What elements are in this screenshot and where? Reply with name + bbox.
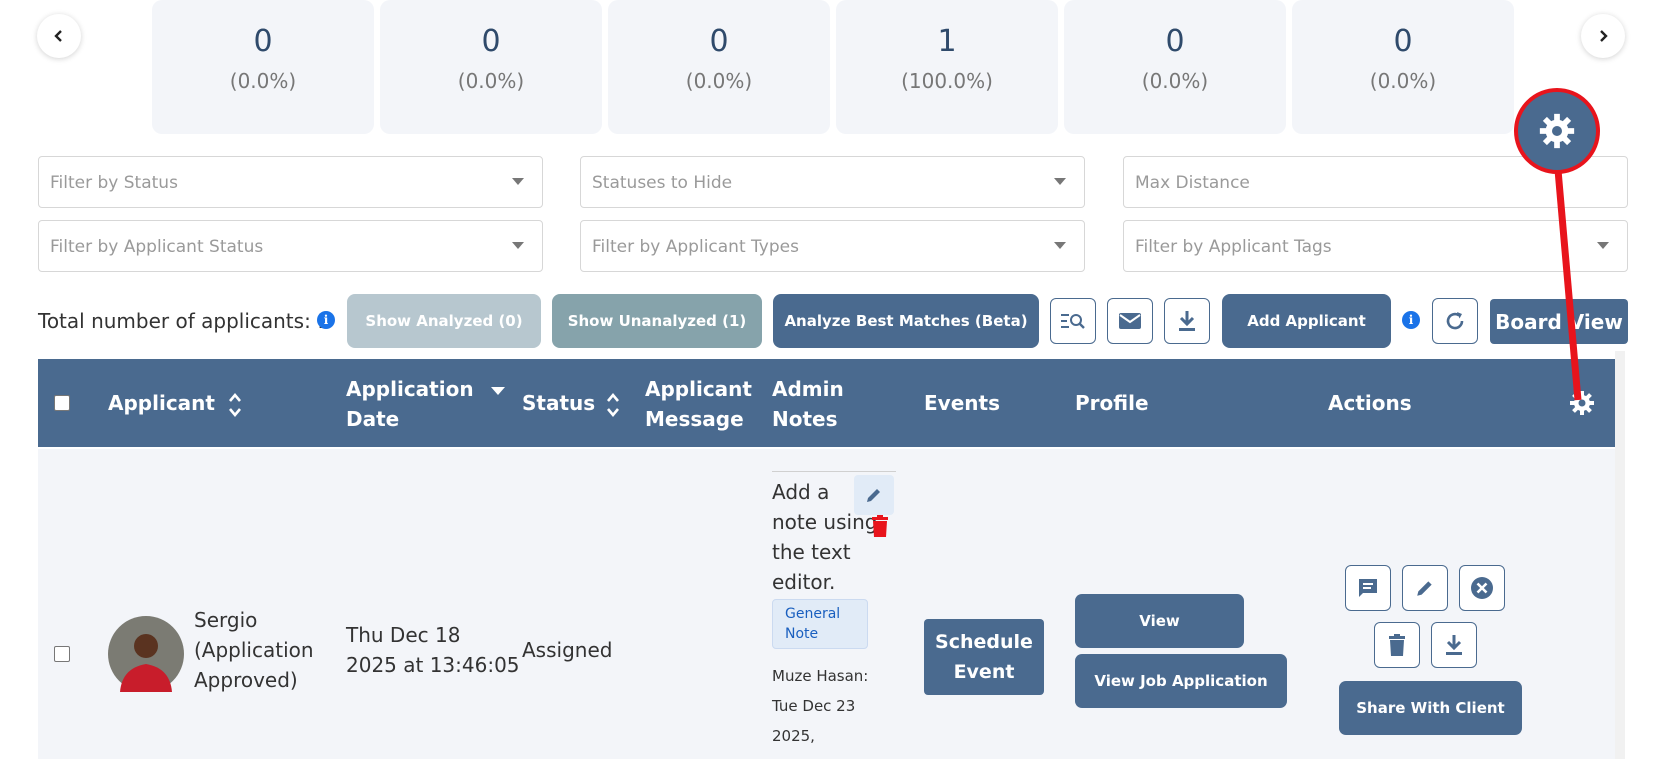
caret-down-icon xyxy=(512,178,524,185)
edit-applicant-button[interactable] xyxy=(1402,565,1448,611)
header-applicant-label: Applicant xyxy=(108,391,215,415)
filter-applicant-tags-placeholder: Filter by Applicant Tags xyxy=(1135,237,1332,257)
stat-count: 0 xyxy=(253,24,273,59)
header-actions: Actions xyxy=(1328,391,1412,415)
pencil-icon xyxy=(1417,581,1432,596)
header-events: Events xyxy=(924,391,1000,415)
stat-count: 0 xyxy=(481,24,501,59)
note-meta: Muze Hasan: Tue Dec 23 2025, xyxy=(772,667,869,745)
share-with-client-button[interactable]: Share With Client xyxy=(1339,681,1522,735)
filter-applicant-status-placeholder: Filter by Applicant Status xyxy=(50,237,264,257)
message-button[interactable] xyxy=(1345,565,1391,611)
filter-status-dropdown[interactable]: Filter by Status xyxy=(38,156,543,208)
filter-applicant-types-placeholder: Filter by Applicant Types xyxy=(592,237,799,257)
stat-count: 0 xyxy=(709,24,729,59)
row-checkbox[interactable] xyxy=(54,646,70,662)
refresh-button[interactable] xyxy=(1432,298,1478,344)
refresh-icon xyxy=(1446,312,1464,330)
show-analyzed-button[interactable]: Show Analyzed (0) xyxy=(347,294,541,348)
trash-icon xyxy=(1389,634,1405,656)
show-unanalyzed-button[interactable]: Show Unanalyzed (1) xyxy=(552,294,762,348)
stat-count: 0 xyxy=(1393,24,1413,59)
chat-icon xyxy=(1359,579,1377,597)
chevron-left-icon xyxy=(54,30,62,42)
close-circle-icon xyxy=(1471,577,1493,599)
download-applicant-button[interactable] xyxy=(1431,622,1477,668)
status-text: Assigned xyxy=(522,638,613,662)
table-scrollbar[interactable] xyxy=(1615,351,1625,759)
header-application-date-line1: Application xyxy=(346,374,505,404)
caret-down-icon xyxy=(1054,178,1066,185)
carousel-next-button[interactable] xyxy=(1581,14,1625,58)
header-profile: Profile xyxy=(1075,391,1149,415)
pencil-icon xyxy=(867,489,880,502)
table-header: Applicant Application Date Status Applic… xyxy=(38,359,1615,447)
filter-applicant-status-dropdown[interactable]: Filter by Applicant Status xyxy=(38,220,543,272)
schedule-event-button[interactable]: Schedule Event xyxy=(924,619,1044,695)
edit-note-button[interactable] xyxy=(854,475,894,515)
notes-divider xyxy=(772,471,896,472)
statuses-to-hide-dropdown[interactable]: Statuses to Hide xyxy=(580,156,1085,208)
download-icon xyxy=(1179,311,1195,331)
stat-card: 0 (0.0%) xyxy=(1064,0,1286,134)
caret-down-icon xyxy=(1597,242,1609,249)
info-icon[interactable]: i xyxy=(317,311,335,329)
info-icon[interactable]: i xyxy=(1402,311,1420,329)
header-applicant-message: Applicant Message xyxy=(645,377,752,431)
stat-percent: (0.0%) xyxy=(685,69,753,93)
caret-down-icon xyxy=(512,242,524,249)
table-row: Sergio (Application Approved) Thu Dec 18 20… xyxy=(38,449,1615,759)
download-button[interactable] xyxy=(1164,298,1210,344)
stat-card: 1 (100.0%) xyxy=(836,0,1058,134)
note-tag: General Note xyxy=(772,599,868,649)
header-application-date-line2: Date xyxy=(346,407,400,431)
stat-card: 0 (0.0%) xyxy=(608,0,830,134)
stat-card: 0 (0.0%) xyxy=(380,0,602,134)
search-list-icon xyxy=(1061,314,1085,329)
max-distance-placeholder: Max Distance xyxy=(1135,173,1250,193)
application-date: Thu Dec 18 2025 at 13:46:05 xyxy=(346,623,520,677)
statuses-to-hide-placeholder: Statuses to Hide xyxy=(592,173,733,193)
stat-percent: (0.0%) xyxy=(229,69,297,93)
total-applicants-label: Total number of applicants: 1 xyxy=(38,309,330,333)
caret-down-icon xyxy=(490,386,505,395)
stat-count: 1 xyxy=(937,24,957,59)
view-profile-button[interactable]: View xyxy=(1075,594,1244,648)
stat-card: 0 (0.0%) xyxy=(152,0,374,134)
view-job-application-button[interactable]: View Job Application xyxy=(1075,654,1287,708)
annotation-highlight-circle xyxy=(1514,88,1600,174)
trash-icon[interactable] xyxy=(871,515,889,537)
delete-applicant-button[interactable] xyxy=(1374,622,1420,668)
stat-percent: (0.0%) xyxy=(457,69,525,93)
stat-percent: (100.0%) xyxy=(901,69,993,93)
download-icon xyxy=(1446,635,1462,655)
annotation-line xyxy=(1554,169,1582,401)
stat-count: 0 xyxy=(1165,24,1185,59)
header-admin-notes: Admin Notes xyxy=(772,377,844,431)
analyze-best-matches-button[interactable]: Analyze Best Matches (Beta) xyxy=(773,294,1039,348)
header-status-label: Status xyxy=(522,391,596,415)
carousel-prev-button[interactable] xyxy=(37,14,81,58)
filter-applicant-types-dropdown[interactable]: Filter by Applicant Types xyxy=(580,220,1085,272)
avatar xyxy=(108,616,184,692)
stat-percent: (0.0%) xyxy=(1141,69,1209,93)
add-applicant-button[interactable]: Add Applicant xyxy=(1222,294,1391,348)
sort-icon xyxy=(607,392,620,417)
chevron-right-icon xyxy=(1600,30,1608,42)
sort-icon xyxy=(228,392,241,417)
header-application-date[interactable]: Application Date xyxy=(346,374,505,434)
header-status[interactable]: Status xyxy=(522,388,620,418)
mail-icon xyxy=(1119,313,1141,329)
header-applicant[interactable]: Applicant xyxy=(108,388,242,418)
reject-applicant-button[interactable] xyxy=(1459,565,1505,611)
email-button[interactable] xyxy=(1107,298,1153,344)
search-list-button[interactable] xyxy=(1050,298,1096,344)
select-all-checkbox[interactable] xyxy=(54,395,70,411)
caret-down-icon xyxy=(1054,242,1066,249)
filter-status-placeholder: Filter by Status xyxy=(50,173,178,193)
stat-card: 0 (0.0%) xyxy=(1292,0,1514,134)
gear-icon xyxy=(1539,113,1575,149)
stat-percent: (0.0%) xyxy=(1369,69,1437,93)
applicant-name[interactable]: Sergio (Application Approved) xyxy=(194,605,314,695)
